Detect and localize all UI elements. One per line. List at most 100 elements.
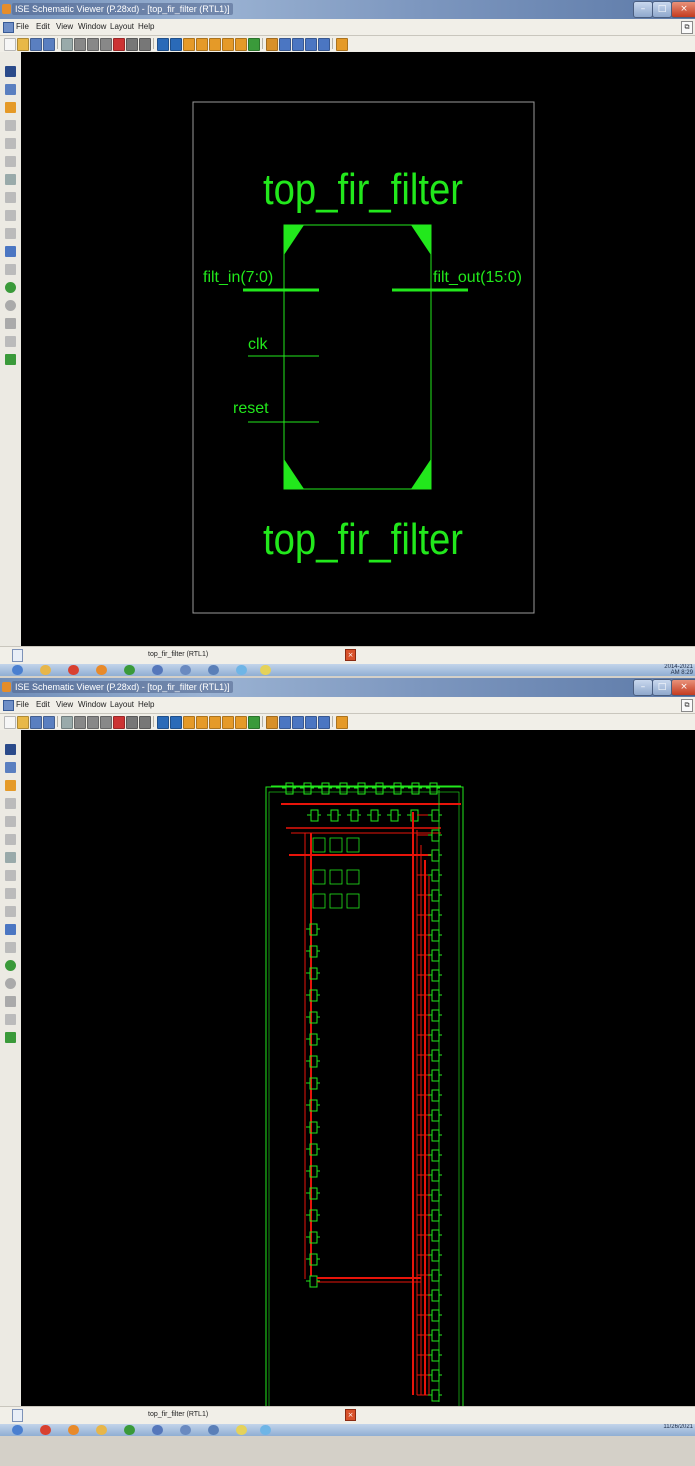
paste-icon[interactable] [100, 716, 112, 729]
find-next-icon[interactable] [170, 716, 182, 729]
media-icon[interactable] [96, 665, 107, 675]
split-icon[interactable] [305, 38, 317, 51]
new-icon[interactable] [4, 38, 16, 51]
rubber-band-icon[interactable] [5, 228, 16, 239]
media-icon[interactable] [68, 1425, 79, 1435]
maximize-button[interactable]: □ [652, 1, 672, 18]
select-arrow-icon[interactable] [5, 66, 16, 77]
folder-icon[interactable] [40, 665, 51, 675]
copy-icon[interactable] [87, 38, 99, 51]
find-next-icon[interactable] [170, 38, 182, 51]
green-shield-icon[interactable] [5, 1032, 16, 1043]
cascade-icon[interactable] [292, 716, 304, 729]
delete-icon[interactable] [113, 716, 125, 729]
new-icon[interactable] [4, 716, 16, 729]
tile-icon[interactable] [279, 38, 291, 51]
zoom-select-icon[interactable] [235, 38, 247, 51]
back-icon[interactable] [5, 816, 16, 827]
browser-icon[interactable] [68, 665, 79, 675]
mark-icon[interactable] [5, 942, 16, 953]
cascade-icon[interactable] [292, 38, 304, 51]
green-circle-icon[interactable] [5, 282, 16, 293]
menu-file[interactable]: File [16, 22, 29, 31]
split-icon[interactable] [305, 716, 317, 729]
info-icon[interactable] [5, 1014, 16, 1025]
save-all-icon[interactable] [43, 38, 55, 51]
window-icon[interactable] [266, 716, 278, 729]
schematic-canvas[interactable]: top_fir_filter filt_in(7:0) clk reset fi… [21, 52, 695, 646]
save-icon[interactable] [30, 38, 42, 51]
gray-circle-icon[interactable] [5, 300, 16, 311]
select-arrow-icon[interactable] [5, 744, 16, 755]
back-icon[interactable] [5, 138, 16, 149]
zoom-in-icon[interactable] [183, 38, 195, 51]
zoom-out-icon[interactable] [196, 38, 208, 51]
title-bar[interactable]: ISE Schematic Viewer (P.28xd) - [top_fir… [0, 678, 695, 697]
help-icon[interactable] [336, 716, 348, 729]
print-preview-icon[interactable] [5, 210, 16, 221]
menu-edit[interactable]: Edit [36, 22, 50, 31]
excel-icon[interactable] [124, 1425, 135, 1435]
close-button[interactable]: × [671, 1, 695, 18]
find-icon[interactable] [157, 38, 169, 51]
start-icon[interactable] [12, 665, 23, 675]
app-icon[interactable] [208, 1425, 219, 1435]
zoom-out-icon[interactable] [196, 716, 208, 729]
menu-layout[interactable]: Layout [110, 700, 134, 709]
cut-icon[interactable] [74, 38, 86, 51]
ise-task-icon[interactable] [260, 1425, 271, 1435]
arrange-icon[interactable] [318, 716, 330, 729]
print-preview-icon[interactable] [5, 888, 16, 899]
maximize-button[interactable]: □ [652, 679, 672, 696]
forward-icon[interactable] [5, 120, 16, 131]
expand-icon[interactable] [5, 834, 16, 845]
word-icon[interactable] [152, 1425, 163, 1435]
print-icon[interactable] [61, 38, 73, 51]
tile-icon[interactable] [279, 716, 291, 729]
collapse-icon[interactable] [5, 174, 16, 185]
green-circle-icon[interactable] [5, 960, 16, 971]
zoom-select-icon[interactable] [235, 716, 247, 729]
forward-icon[interactable] [5, 798, 16, 809]
menu-file[interactable]: File [16, 700, 29, 709]
undo-icon[interactable] [126, 38, 138, 51]
help-icon[interactable] [336, 38, 348, 51]
menu-edit[interactable]: Edit [36, 700, 50, 709]
zoom-full-icon[interactable] [209, 38, 221, 51]
print-icon[interactable] [61, 716, 73, 729]
title-bar[interactable]: ISE Schematic Viewer (P.28xd) - [top_fir… [0, 0, 695, 19]
minimize-button[interactable]: – [633, 679, 653, 696]
schematic-canvas[interactable] [21, 730, 695, 1406]
word-icon[interactable] [152, 665, 163, 675]
refresh-icon[interactable] [248, 38, 260, 51]
menu-layout[interactable]: Layout [110, 22, 134, 31]
sync-icon[interactable] [5, 318, 16, 329]
find-icon[interactable] [157, 716, 169, 729]
open-icon[interactable] [17, 38, 29, 51]
module-symbol-box[interactable] [283, 224, 432, 490]
delete-icon[interactable] [113, 38, 125, 51]
paste-icon[interactable] [100, 38, 112, 51]
excel-icon[interactable] [124, 665, 135, 675]
zoom-area-icon[interactable] [5, 762, 16, 773]
open-icon[interactable] [17, 716, 29, 729]
zoom-in-icon[interactable] [183, 716, 195, 729]
minimize-button[interactable]: – [633, 1, 653, 18]
undo-icon[interactable] [126, 716, 138, 729]
app-icon[interactable] [236, 1425, 247, 1435]
find-net-icon[interactable] [5, 246, 16, 257]
document-tab[interactable]: top_fir_filter (RTL1) [148, 651, 208, 658]
browser-icon[interactable] [40, 1425, 51, 1435]
close-tab-icon[interactable]: × [345, 649, 356, 661]
copy-icon[interactable] [87, 716, 99, 729]
menu-help[interactable]: Help [138, 22, 154, 31]
mdi-restore-icon[interactable]: ⧉ [681, 21, 693, 34]
sync-icon[interactable] [5, 996, 16, 1007]
mdi-restore-icon[interactable]: ⧉ [681, 699, 693, 712]
folder-icon[interactable] [96, 1425, 107, 1435]
menu-window[interactable]: Window [78, 700, 106, 709]
zoom-fit-icon[interactable] [222, 38, 234, 51]
arrange-icon[interactable] [318, 38, 330, 51]
save-icon[interactable] [30, 716, 42, 729]
hierarchy-icon[interactable] [5, 192, 16, 203]
